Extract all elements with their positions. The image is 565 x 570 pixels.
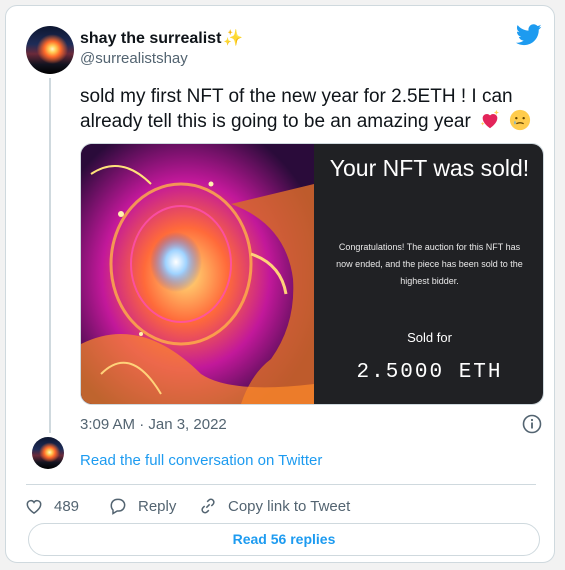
info-icon[interactable]	[522, 414, 542, 439]
divider	[26, 484, 536, 485]
read-replies-button[interactable]: Read 56 replies	[28, 523, 540, 556]
reply-label: Reply	[138, 497, 177, 515]
author-name[interactable]: shay the surrealist ✨	[80, 28, 243, 48]
author-handle[interactable]: @surrealistshay	[80, 50, 188, 67]
conversation-avatar[interactable]	[32, 437, 64, 469]
sold-price: 2.5000 ETH	[356, 361, 503, 384]
tweet-text: sold my first NFT of the new year for 2.…	[80, 84, 550, 134]
sparkling-heart-icon	[480, 109, 500, 129]
sparkles-emoji: ✨	[223, 30, 244, 47]
copy-link-button[interactable]: Copy link to Tweet	[198, 496, 350, 516]
tweet-body: sold my first NFT of the new year for 2.…	[80, 86, 513, 132]
tweet-media[interactable]: Your NFT was sold! Congratulations! The …	[80, 143, 544, 405]
author-name-text: shay the surrealist	[80, 30, 222, 47]
twitter-bird-icon[interactable]	[515, 24, 542, 51]
tweet-timestamp[interactable]: 3:09 AM · Jan 3, 2022	[80, 416, 227, 433]
author-avatar[interactable]	[26, 26, 74, 74]
link-icon	[201, 498, 215, 514]
like-count: 489	[54, 497, 80, 515]
thread-line	[49, 78, 51, 433]
panel-title: Your NFT was sold!	[329, 155, 530, 181]
heart-icon	[26, 499, 42, 514]
reply-icon	[110, 498, 126, 515]
embedded-tweet-card: shay the surrealist ✨ @surrealistshay sol…	[5, 5, 555, 563]
panel-body-text: Congratulations! The auction for this NF…	[336, 242, 523, 286]
copy-link-label: Copy link to Tweet	[228, 497, 351, 515]
face-holding-back-tears-icon	[510, 109, 531, 131]
nft-sold-panel: Your NFT was sold! Congratulations! The …	[314, 144, 543, 404]
read-full-conversation-link[interactable]: Read the full conversation on Twitter	[80, 452, 322, 469]
sold-for-label: Sold for	[407, 330, 452, 345]
reply-button[interactable]: Reply	[108, 496, 176, 516]
nft-artwork-image[interactable]	[81, 144, 314, 404]
like-button[interactable]: 489	[24, 496, 79, 516]
